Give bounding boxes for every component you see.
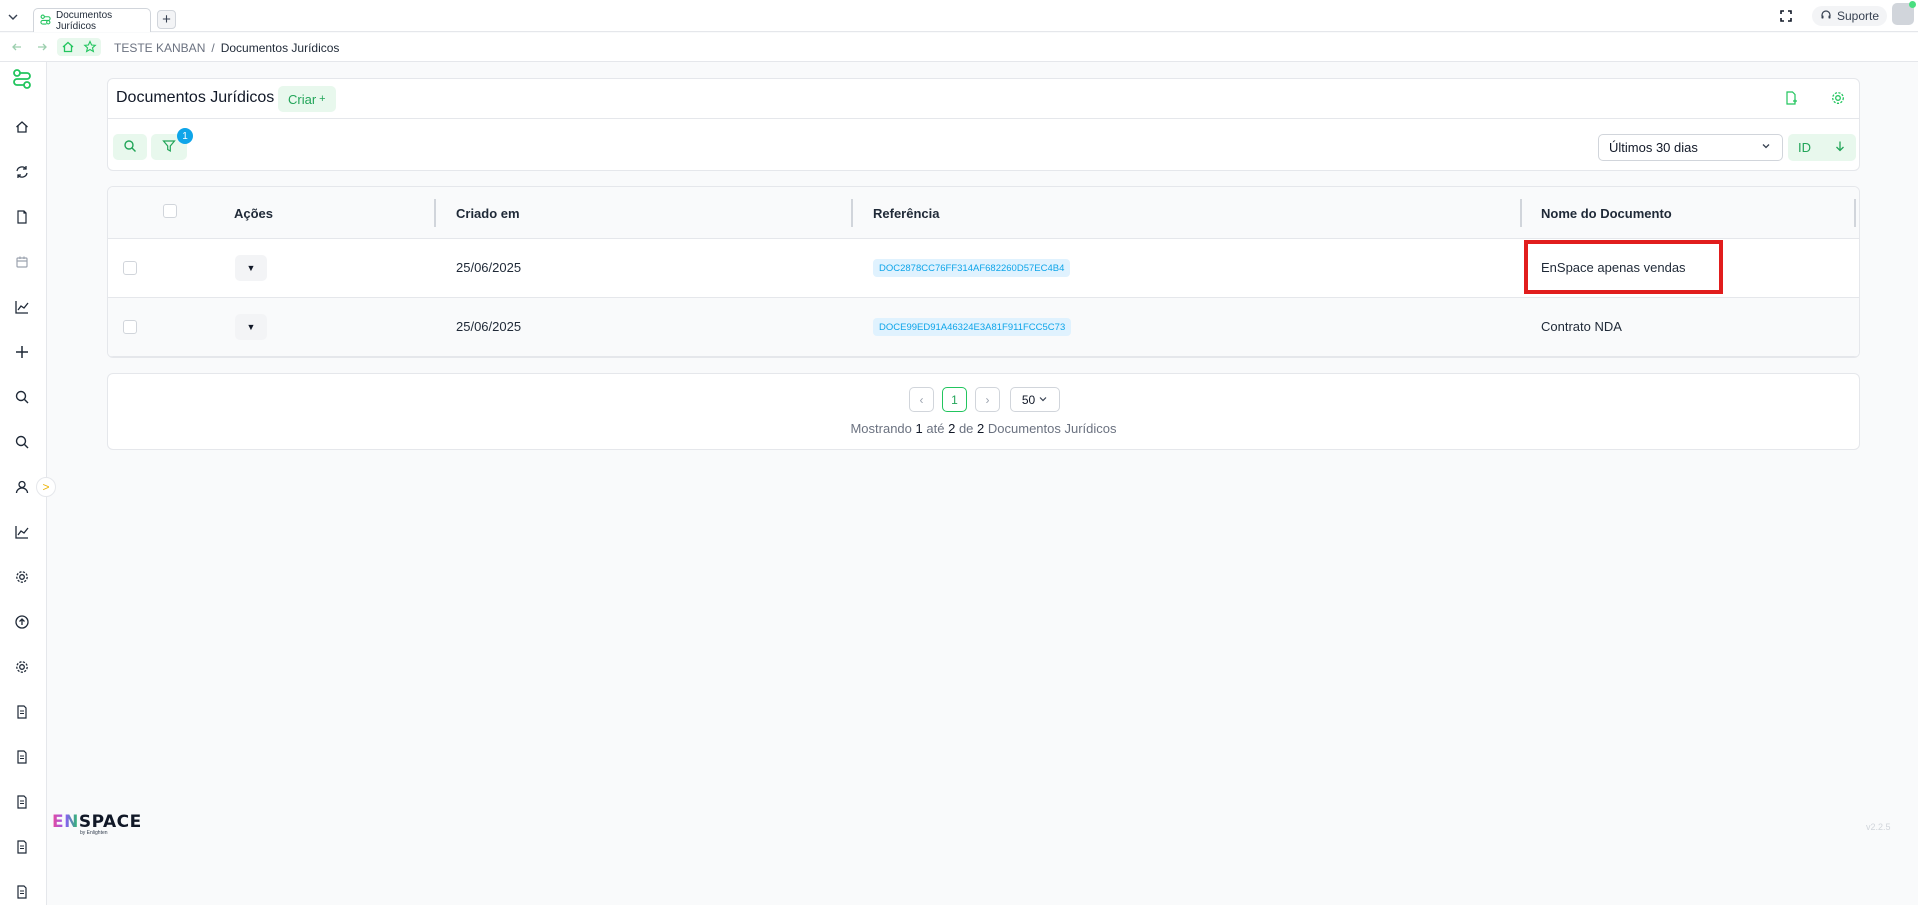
row-actions-dropdown[interactable]: ▼ xyxy=(235,255,267,281)
cell-created: 25/06/2025 xyxy=(456,319,522,334)
file-doc-icon[interactable] xyxy=(13,883,31,901)
home-icon[interactable] xyxy=(13,118,31,136)
support-label: Suporte xyxy=(1837,9,1880,23)
file-alt-icon[interactable] xyxy=(13,748,31,766)
breadcrumb-separator: / xyxy=(211,41,215,55)
avatar[interactable] xyxy=(1892,1,1916,25)
sort-control[interactable]: ID xyxy=(1788,134,1856,161)
search-icon xyxy=(123,139,137,156)
sort-field-label[interactable]: ID xyxy=(1798,140,1811,155)
logo-icon[interactable] xyxy=(11,68,33,90)
enspace-logo: ENSPACE xyxy=(52,812,142,832)
column-header-reference[interactable]: Referência xyxy=(873,206,939,221)
app-version: v2.2.5 xyxy=(1866,822,1891,832)
cell-document-name[interactable]: Contrato NDA xyxy=(1541,319,1622,334)
reference-chip[interactable]: DOC2878CC76FF314AF682260D57EC4B4 xyxy=(873,259,1071,277)
row-checkbox[interactable] xyxy=(123,320,137,334)
search-button[interactable] xyxy=(113,134,147,160)
row-actions-dropdown[interactable]: ▼ xyxy=(235,314,267,340)
page-title: Documentos Jurídicos xyxy=(116,89,275,106)
sidebar-expand-button[interactable]: > xyxy=(36,477,56,497)
chart-alt-icon[interactable] xyxy=(13,523,31,541)
column-resize-handle[interactable] xyxy=(1520,199,1522,227)
filter-icon xyxy=(162,139,176,156)
search-alt-icon[interactable] xyxy=(13,433,31,451)
table-row[interactable]: ▼ 25/06/2025 DOCE99ED91A46324E3A81F911FC… xyxy=(108,298,1859,357)
settings-alt-icon[interactable] xyxy=(13,658,31,676)
route-icon xyxy=(40,14,51,28)
online-status-dot xyxy=(1909,1,1916,8)
back-arrow-icon[interactable] xyxy=(10,40,24,54)
prev-page-button[interactable]: ‹ xyxy=(909,387,934,412)
pagination-card: ‹ 1 › 50 Mostrando 1 até 2 de 2 Document… xyxy=(107,373,1860,450)
per-page-select[interactable]: 50 xyxy=(1010,387,1060,412)
forward-arrow-icon[interactable] xyxy=(35,40,49,54)
document-icon[interactable] xyxy=(13,208,31,226)
file-list-icon[interactable] xyxy=(13,793,31,811)
tab-bar: Documentos Jurídicos + Suporte xyxy=(0,0,1918,32)
upload-icon[interactable] xyxy=(13,613,31,631)
period-select[interactable]: Últimos 30 dias xyxy=(1598,134,1783,161)
page-header-card: Documentos Jurídicos Criar + 1 Últimos 3… xyxy=(107,78,1860,171)
cell-created: 25/06/2025 xyxy=(456,260,522,275)
star-icon[interactable] xyxy=(83,40,97,57)
file-icon[interactable] xyxy=(13,703,31,721)
chart-icon[interactable] xyxy=(13,298,31,316)
tab-list-chevron-icon[interactable] xyxy=(6,10,20,24)
page-button-current[interactable]: 1 xyxy=(942,387,967,412)
select-all-checkbox[interactable] xyxy=(163,204,177,218)
create-plus-icon: + xyxy=(319,93,326,105)
caret-down-icon: ▼ xyxy=(246,322,256,332)
plus-icon[interactable] xyxy=(13,343,31,361)
breadcrumb: TESTE KANBAN / Documentos Jurídicos xyxy=(114,41,339,55)
create-button[interactable]: Criar + xyxy=(278,86,336,112)
column-resize-handle[interactable] xyxy=(1854,199,1856,227)
tab-documentos-juridicos[interactable]: Documentos Jurídicos xyxy=(33,8,151,32)
quick-nav-chip xyxy=(57,38,101,56)
new-tab-button[interactable]: + xyxy=(157,10,176,29)
chevron-down-icon xyxy=(1760,140,1772,155)
headset-icon xyxy=(1820,9,1832,24)
column-resize-handle[interactable] xyxy=(434,199,436,227)
user-icon[interactable] xyxy=(13,478,31,496)
support-button[interactable]: Suporte xyxy=(1812,6,1888,26)
table-header: Ações Criado em Referência Nome do Docum… xyxy=(108,187,1859,239)
column-header-created[interactable]: Criado em xyxy=(456,206,520,221)
search-icon[interactable] xyxy=(13,388,31,406)
enspace-logo-sub: by Enlighten xyxy=(80,830,108,836)
pagination-summary: Mostrando 1 até 2 de 2 Documentos Jurídi… xyxy=(850,421,1117,436)
reference-chip[interactable]: DOCE99ED91A46324E3A81F911FCC5C73 xyxy=(873,318,1072,336)
next-page-button[interactable]: › xyxy=(975,387,1000,412)
export-file-icon[interactable] xyxy=(1781,88,1801,108)
column-header-actions: Ações xyxy=(234,206,274,221)
sync-icon[interactable] xyxy=(13,163,31,181)
calendar-icon[interactable] xyxy=(13,253,31,271)
create-button-label: Criar xyxy=(288,91,317,107)
tab-title: Documentos Jurídicos xyxy=(56,9,113,32)
column-header-document-name[interactable]: Nome do Documento xyxy=(1541,206,1672,221)
settings-icon[interactable] xyxy=(13,568,31,586)
breadcrumb-bar: TESTE KANBAN / Documentos Jurídicos xyxy=(0,33,1918,62)
breadcrumb-item-current: Documentos Jurídicos xyxy=(220,41,340,55)
sort-direction-arrow-down-icon[interactable] xyxy=(1834,140,1846,155)
home-icon[interactable] xyxy=(61,40,75,57)
file-text-icon[interactable] xyxy=(13,838,31,856)
highlight-annotation-box xyxy=(1524,240,1723,294)
caret-down-icon: ▼ xyxy=(246,263,256,273)
fullscreen-icon[interactable] xyxy=(1777,7,1795,25)
row-checkbox[interactable] xyxy=(123,261,137,275)
period-select-value: Últimos 30 dias xyxy=(1609,140,1698,155)
per-page-value: 50 xyxy=(1021,392,1036,407)
column-resize-handle[interactable] xyxy=(851,199,853,227)
breadcrumb-item-root[interactable]: TESTE KANBAN xyxy=(114,41,205,55)
filter-count-badge: 1 xyxy=(177,128,193,144)
chevron-down-icon xyxy=(1038,393,1048,407)
header-divider xyxy=(108,118,1859,119)
settings-icon[interactable] xyxy=(1828,88,1848,108)
